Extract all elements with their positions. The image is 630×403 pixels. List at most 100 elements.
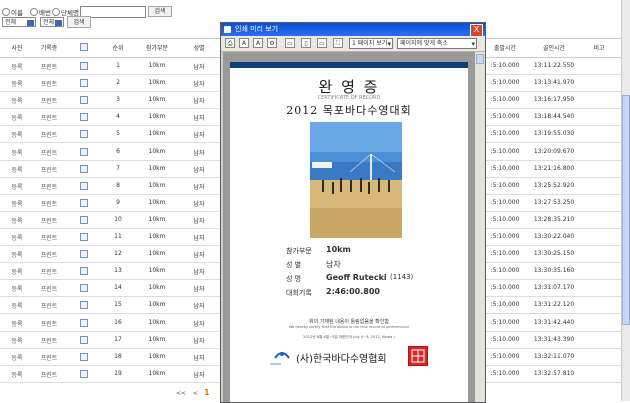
print-link[interactable]: 프린트 (32, 216, 66, 225)
row-checkbox[interactable] (80, 96, 88, 105)
start-time-cell: :5:10.000 (490, 62, 520, 69)
photo-register-link[interactable]: 등록 (2, 250, 32, 259)
filter-select-2[interactable]: 전체 (40, 17, 64, 27)
print-link[interactable]: 프린트 (32, 199, 66, 208)
print-link[interactable]: 프린트 (32, 336, 66, 345)
row-checkbox[interactable] (80, 267, 88, 276)
radio-bib[interactable]: 배번 (30, 7, 51, 17)
row-checkbox[interactable] (80, 181, 88, 190)
print-link[interactable]: 프린트 (32, 148, 66, 157)
row-checkbox[interactable] (80, 215, 88, 224)
radio-icon[interactable] (30, 8, 38, 16)
print-link[interactable]: 프린트 (32, 96, 66, 105)
prev-page-link[interactable]: < (193, 390, 198, 397)
print-link[interactable]: 프린트 (32, 233, 66, 242)
print-link[interactable]: 프린트 (32, 370, 66, 379)
row-checkbox[interactable] (80, 198, 88, 207)
row-checkbox[interactable] (80, 113, 88, 122)
rank-cell: 11 (114, 233, 122, 240)
popup-titlebar[interactable]: 인쇄 미리 보기 X (221, 23, 485, 37)
photo-register-link[interactable]: 등록 (2, 336, 32, 345)
print-link[interactable]: 프린트 (32, 353, 66, 362)
print-link[interactable]: 프린트 (32, 130, 66, 139)
current-page[interactable]: 1 (204, 388, 210, 397)
finish-time-cell: 13:20:09.670 (533, 147, 575, 155)
radio-icon[interactable] (2, 8, 10, 16)
landscape-icon[interactable]: ▭ (317, 38, 327, 48)
page-setup-icon[interactable]: ▭ (285, 38, 295, 48)
photo-register-link[interactable]: 등록 (2, 319, 32, 328)
radio-icon[interactable] (52, 8, 60, 16)
print-link[interactable]: 프린트 (32, 267, 66, 276)
row-checkbox[interactable] (80, 335, 88, 344)
select-all-checkbox[interactable] (80, 43, 88, 51)
division-cell: 10km (148, 233, 166, 240)
photo-register-link[interactable]: 등록 (2, 216, 32, 225)
search-button[interactable]: 검색 (148, 6, 172, 17)
photo-register-link[interactable]: 등록 (2, 165, 32, 174)
row-checkbox[interactable] (80, 233, 88, 241)
portrait-icon[interactable]: ▯ (301, 38, 311, 48)
first-page-link[interactable]: << (176, 390, 186, 397)
page-scrollbar[interactable] (621, 0, 630, 401)
finish-time-cell: 13:31:07.170 (533, 284, 575, 292)
row-checkbox[interactable] (80, 301, 88, 310)
print-icon[interactable]: ⎙ (225, 38, 235, 48)
photo-register-link[interactable]: 등록 (2, 182, 32, 191)
photo-register-link[interactable]: 등록 (2, 353, 32, 362)
certificate-page: 완 영 증 CERTIFICATE OF RECORD 2012 목포바다수영대… (230, 62, 468, 402)
row-checkbox[interactable] (80, 62, 88, 70)
photo-register-link[interactable]: 등록 (2, 284, 32, 293)
photo-register-link[interactable]: 등록 (2, 370, 32, 379)
row-checkbox[interactable] (80, 250, 88, 259)
row-checkbox[interactable] (80, 369, 88, 378)
row-checkbox[interactable] (80, 352, 88, 361)
photo-register-link[interactable]: 등록 (2, 301, 32, 310)
full-screen-icon[interactable]: ⛶ (333, 38, 343, 48)
row-checkbox[interactable] (80, 318, 88, 327)
photo-register-link[interactable]: 등록 (2, 62, 32, 71)
finish-time-cell: 13:13:41.970 (533, 79, 575, 87)
photo-register-link[interactable]: 등록 (2, 113, 32, 122)
photo-register-link[interactable]: 등록 (2, 233, 32, 242)
print-link[interactable]: 프린트 (32, 165, 66, 174)
row-checkbox[interactable] (80, 147, 88, 156)
photo-register-link[interactable]: 등록 (2, 148, 32, 157)
row-checkbox[interactable] (80, 284, 88, 293)
settings-icon[interactable]: ⚙ (267, 38, 277, 48)
radio-name[interactable]: 이름 (2, 7, 23, 17)
photo-register-link[interactable]: 등록 (2, 267, 32, 276)
filter-select-1[interactable]: 전체 (2, 17, 36, 27)
scroll-up-button[interactable] (476, 54, 484, 64)
fit-select[interactable]: 페이지에 맞게 축소 (397, 38, 477, 49)
page-view-select[interactable]: 1 페이지 보기 (349, 38, 393, 49)
print-preview-window[interactable]: 인쇄 미리 보기 X ⎙ A A ⚙ ▭ ▯ ▭ ⛶ 1 페이지 보기 페이지에… (220, 22, 486, 403)
scroll-thumb[interactable] (622, 95, 630, 325)
row-checkbox[interactable] (80, 164, 88, 173)
finish-time-cell: 13:28:35.210 (533, 215, 575, 223)
photo-register-link[interactable]: 등록 (2, 199, 32, 208)
row-checkbox[interactable] (80, 130, 88, 139)
print-link[interactable]: 프린트 (32, 319, 66, 328)
gender-cell: 남자 (193, 81, 205, 89)
print-link[interactable]: 프린트 (32, 113, 66, 122)
start-time-cell: :5:10.000 (490, 130, 520, 138)
photo-register-link[interactable]: 등록 (2, 130, 32, 139)
print-link[interactable]: 프린트 (32, 62, 66, 71)
rank-cell: 18 (114, 352, 122, 360)
photo-register-link[interactable]: 등록 (2, 79, 32, 88)
division-cell: 10km (148, 147, 166, 155)
print-link[interactable]: 프린트 (32, 301, 66, 310)
print-link[interactable]: 프린트 (32, 250, 66, 259)
zoom-in-icon[interactable]: A (239, 38, 249, 48)
print-link[interactable]: 프린트 (32, 79, 66, 88)
org-name: (사)한국바다수영협회 (296, 354, 387, 365)
zoom-out-icon[interactable]: A (253, 38, 263, 48)
gender-cell: 남자 (193, 252, 205, 260)
print-link[interactable]: 프린트 (32, 182, 66, 191)
row-checkbox[interactable] (80, 79, 88, 88)
print-link[interactable]: 프린트 (32, 284, 66, 293)
photo-register-link[interactable]: 등록 (2, 96, 32, 105)
filter-submit-button[interactable]: 검색 (67, 16, 91, 28)
preview-scrollbar[interactable] (475, 52, 485, 402)
